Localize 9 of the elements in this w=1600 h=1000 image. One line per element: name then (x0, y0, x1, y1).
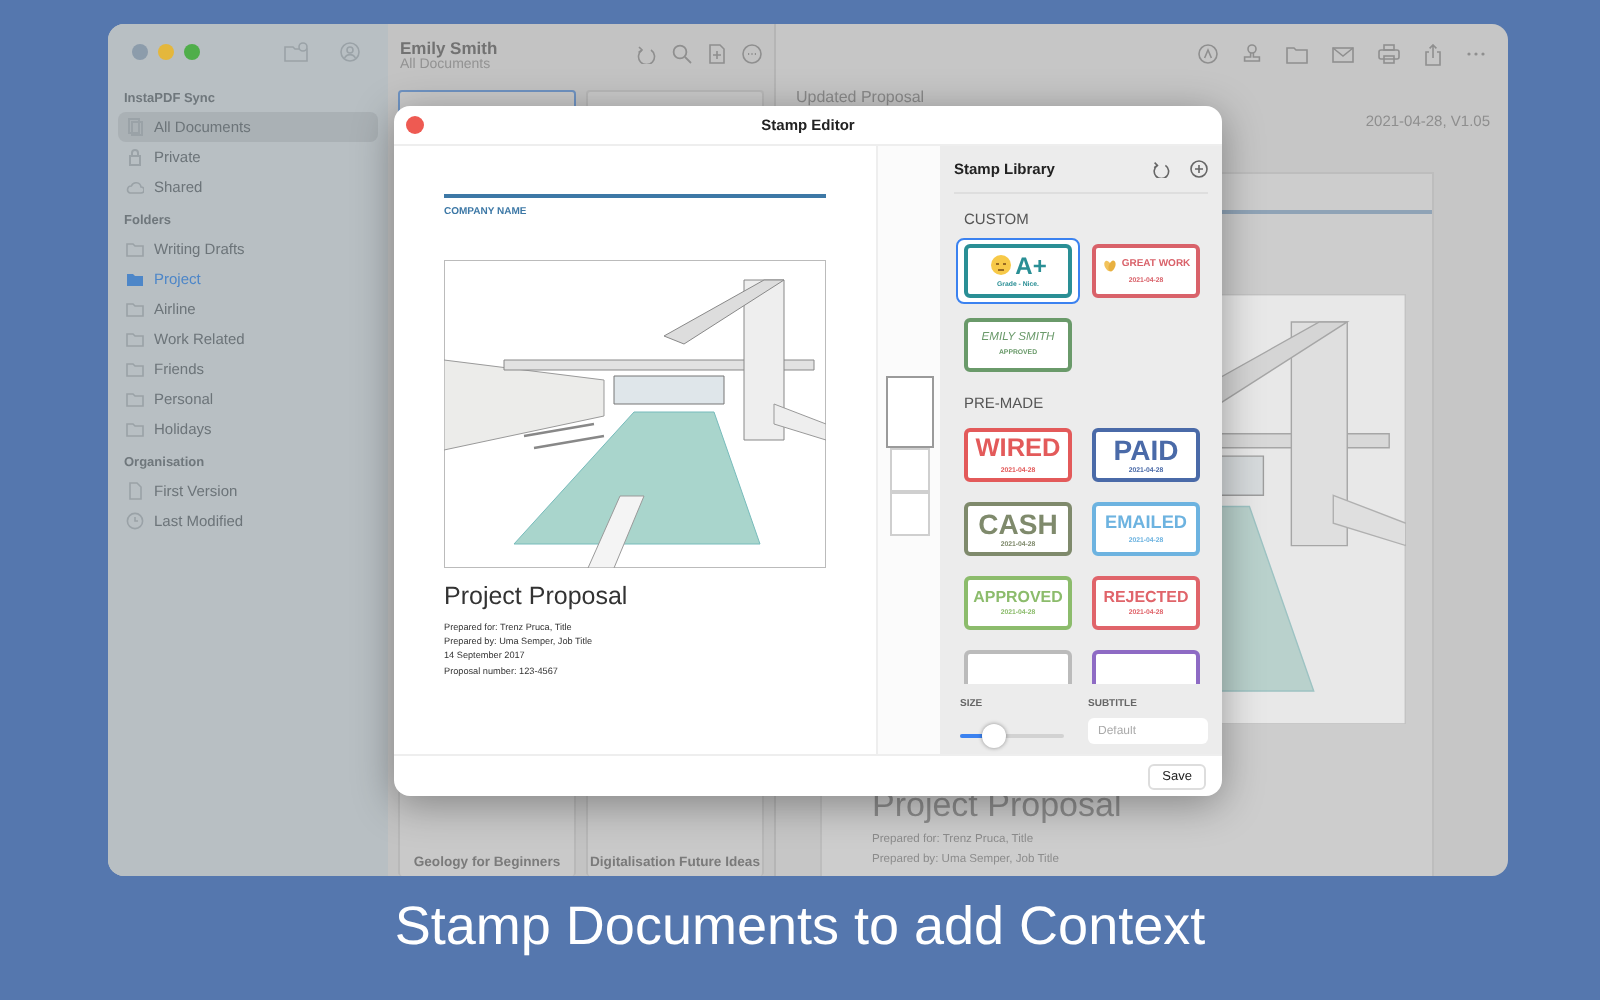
stamp-text: EMAILED (1105, 514, 1187, 533)
stamp-text: PAID (1113, 435, 1179, 464)
document-title: Updated Proposal (796, 88, 925, 106)
caption: Stamp Documents to add Context (392, 896, 1208, 958)
account-name: Emily Smith (400, 37, 500, 57)
stamp-text: CASH (978, 509, 1058, 538)
stamp-text: WIRED (975, 436, 1061, 463)
page-heading: Project Proposal (444, 581, 630, 609)
stamp-text: A+ (1015, 253, 1047, 278)
